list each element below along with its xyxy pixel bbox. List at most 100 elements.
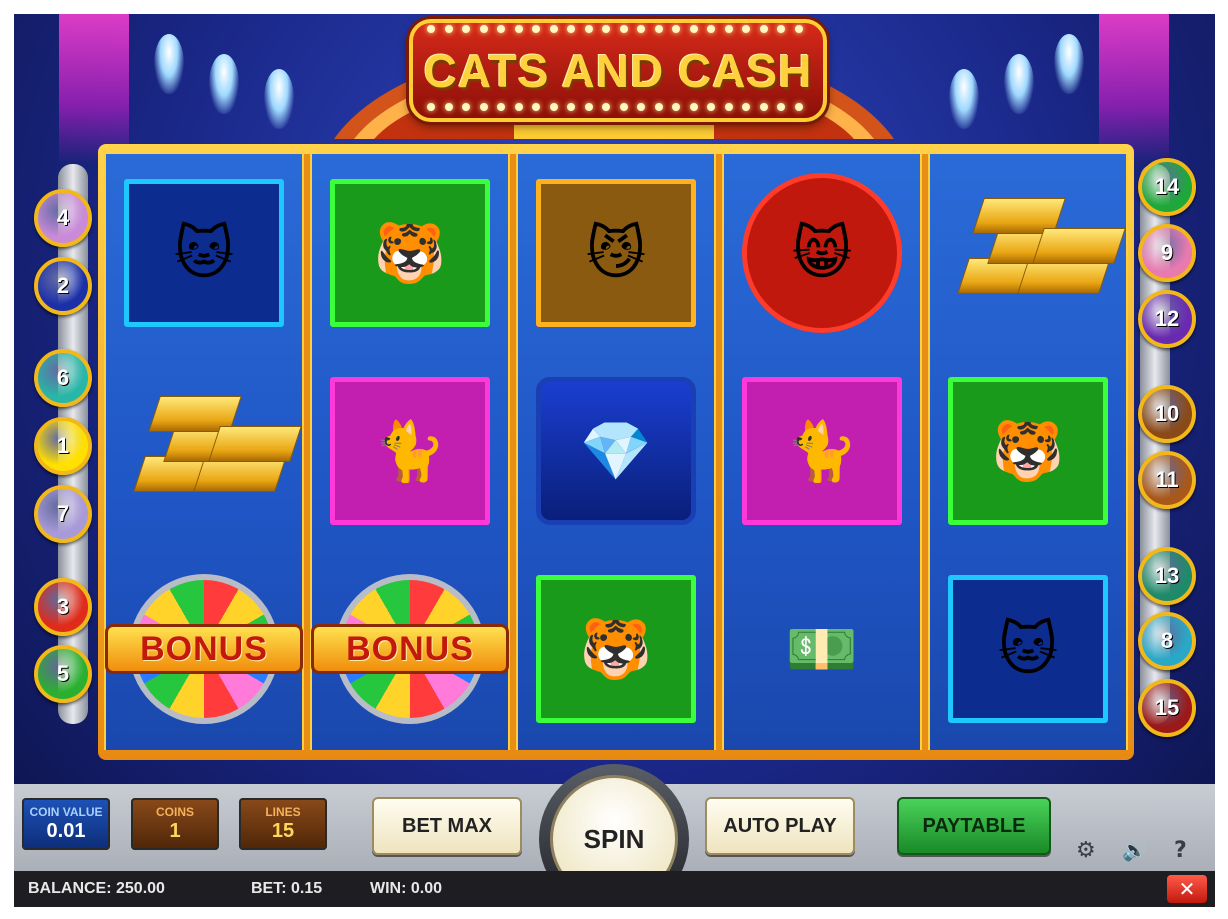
red-dress-cat-icon: 🐱 [173,219,235,287]
coin-value-panel[interactable]: COIN VALUE 0.01 [22,798,110,850]
marquee-bulb [724,103,733,111]
reel-cell: 🐱 [106,154,302,352]
persian-cat-symbol: 🐈 [330,377,490,525]
marquee-bulb [602,25,610,33]
tabby-cat-icon: 🐯 [373,218,447,287]
reel-cell: 🐯 [930,352,1126,550]
sound-icon[interactable]: 🔊 [1122,838,1147,862]
marquee-bulb [637,103,645,111]
marquee-bulb [707,25,715,33]
spotlight [154,34,184,94]
marquee-bulb [584,25,593,33]
balance-readout: BALANCE: 250.00 [28,880,165,897]
gangster-cat-symbol: 😼 [536,179,696,327]
stage-light-pillar [59,14,129,164]
close-button[interactable]: ✕ [1167,875,1207,903]
reel-cell: 💎 [518,352,714,550]
lines-panel[interactable]: LINES 15 [239,798,327,850]
tabby-cat-icon: 🐯 [991,416,1065,485]
payline-badge-15[interactable]: 15 [1138,679,1196,737]
marquee-bulb [514,25,523,33]
marquee-bulb [794,103,803,111]
payline-badge-6[interactable]: 6 [34,349,92,407]
payline-badge-8[interactable]: 8 [1138,612,1196,670]
marquee-bulb [619,25,628,33]
game-screen: CATS AND CASH 4 2 6 1 7 3 5 14 9 12 10 11 13 8 15 🐱 BO… [0,0,1228,919]
red-dress-cat-symbol: 🐱 [948,575,1108,723]
reel-cell: 🐈 [724,352,920,550]
marquee-bulb [497,25,505,33]
payline-badge-4[interactable]: 4 [34,189,92,247]
spotlight [1054,34,1084,94]
coins-value: 1 [169,820,181,842]
gold-bars-symbol [953,198,1126,308]
gold-bars-symbol [129,396,302,506]
payline-number: 10 [1154,401,1180,426]
payline-badge-9[interactable]: 9 [1138,224,1196,282]
paytable-button[interactable]: PAYTABLE [897,797,1051,855]
red-dress-cat-icon: 🐱 [997,615,1059,683]
payline-badge-1[interactable]: 1 [34,417,92,475]
payline-number: 14 [1154,174,1180,199]
marquee-bulb [689,25,698,33]
red-dress-cat-symbol: 🐱 [124,179,284,327]
spotlight [209,54,239,114]
marquee-bulb [759,25,768,33]
marquee-bulb [654,25,663,33]
reel-3: 😼 💎 🐯 [516,154,716,750]
marquee-bulb [672,25,680,33]
marquee-bulb [444,103,453,111]
auto-play-button[interactable]: AUTO PLAY [705,797,855,855]
marquee-bulb [567,25,575,33]
marquee-bulb [759,103,768,111]
coins-label: COINS [155,805,194,819]
bet-max-button[interactable]: BET MAX [372,797,522,855]
cash-stack-symbol: 💵 [747,580,897,718]
payline-number: 12 [1154,306,1180,331]
marquee-bulb [602,103,610,111]
reel-cell: 💵 [724,550,920,748]
bonus-plate: BONUS [105,624,303,674]
marquee-bulb [549,25,558,33]
gold-bar [1032,228,1126,264]
singer-cat-symbol: 😸 [742,173,902,333]
payline-badge-2[interactable]: 2 [34,257,92,315]
marquee-bulb [567,103,575,111]
payline-badge-14[interactable]: 14 [1138,158,1196,216]
marquee-bulb [777,25,785,33]
marquee-bulb [479,103,488,111]
marquee-bulb [724,25,733,33]
tabby-cat-symbol: 🐯 [330,179,490,327]
marquee-bulb [532,103,540,111]
payline-badge-11[interactable]: 11 [1138,451,1196,509]
payline-badge-7[interactable]: 7 [34,485,92,543]
marquee-bulb [427,103,435,111]
gold-bar [208,426,302,462]
bonus-plate: BONUS [311,624,509,674]
coin-value-label: COIN VALUE [29,805,103,819]
marquee-bulb [514,103,523,111]
settings-icon[interactable]: ⚙ [1076,838,1096,863]
help-icon[interactable]: ? [1174,838,1187,863]
coins-panel[interactable]: COINS 1 [131,798,219,850]
lines-label: LINES [265,805,301,819]
marquee-bulb [742,25,750,33]
status-bar: BALANCE: 250.00 BET: 0.15 WIN: 0.00 ✕ [14,871,1215,907]
payline-badge-13[interactable]: 13 [1138,547,1196,605]
payline-number: 13 [1154,563,1180,588]
payline-number: 11 [1155,467,1179,492]
marquee-bulb [427,25,435,33]
payline-number: 3 [56,594,70,619]
reel-cell [106,352,302,550]
reel-cell: 🐈 [312,352,508,550]
payline-badge-12[interactable]: 12 [1138,290,1196,348]
payline-number: 2 [56,273,70,298]
payline-badge-10[interactable]: 10 [1138,385,1196,443]
reel-cell: 😼 [518,154,714,352]
marquee-bulb [462,25,470,33]
spotlight [949,69,979,129]
payline-badge-3[interactable]: 3 [34,578,92,636]
marquee-bulb [584,103,593,111]
cash-stack-icon: 💵 [785,614,859,683]
payline-badge-5[interactable]: 5 [34,645,92,703]
